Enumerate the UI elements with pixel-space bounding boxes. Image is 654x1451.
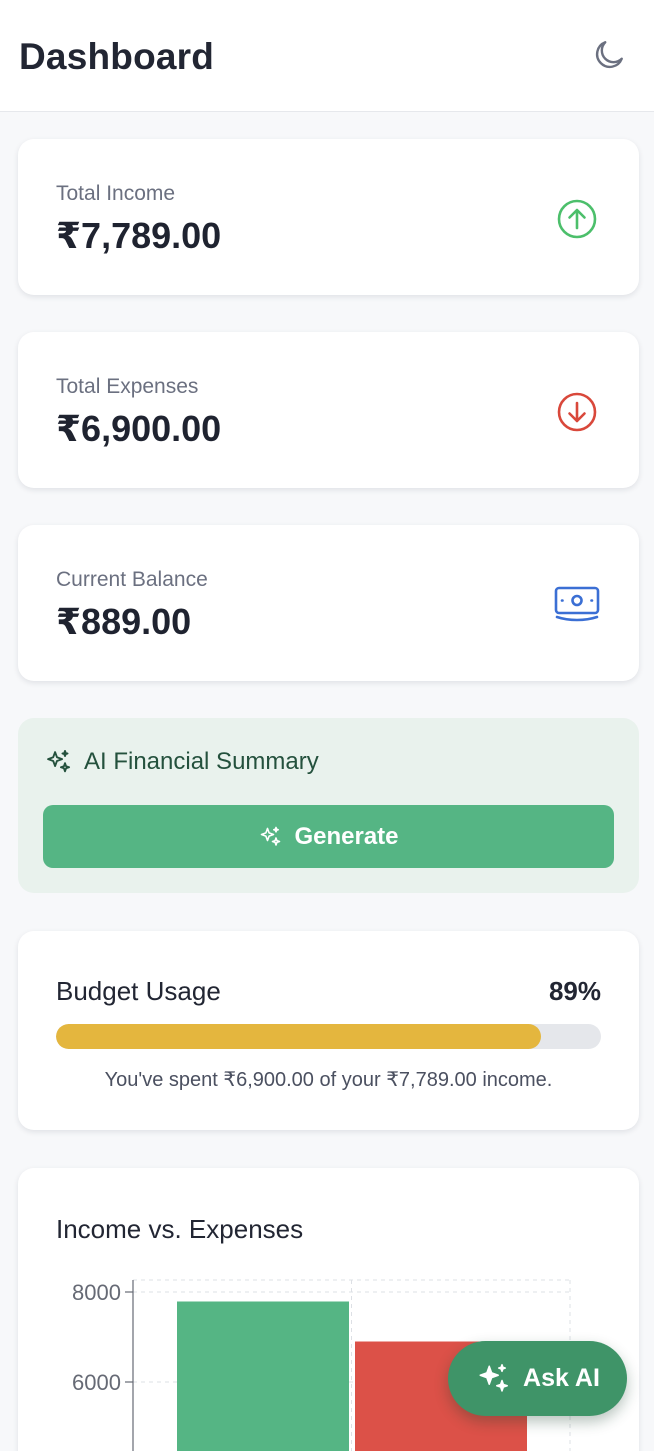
moon-icon — [595, 41, 623, 69]
current-balance-value: ₹889.00 — [56, 601, 192, 642]
bar-income — [177, 1301, 349, 1451]
sparkles-icon — [47, 749, 71, 773]
total-expenses-label: Total Expenses — [56, 375, 199, 398]
app-header: Dashboard — [0, 0, 654, 112]
budget-usage-percent: 89% — [548, 976, 601, 1006]
arrow-down-circle-icon — [554, 389, 600, 435]
ask-ai-button[interactable]: Ask AI — [448, 1341, 627, 1416]
generate-button-label: Generate — [294, 822, 399, 850]
current-balance-card: Current Balance ₹889.00 — [18, 525, 639, 681]
sparkles-icon — [261, 826, 281, 846]
budget-usage-note: You've spent ₹6,900.00 of your ₹7,789.00… — [104, 1069, 553, 1091]
budget-progress-bar — [56, 1024, 601, 1049]
y-tick-label: 8000 — [72, 1280, 121, 1305]
banknote-icon — [554, 582, 600, 628]
total-expenses-value: ₹6,900.00 — [56, 408, 222, 449]
sparkles-icon — [479, 1363, 509, 1392]
y-tick-label: 6000 — [72, 1370, 121, 1395]
theme-toggle-button[interactable] — [588, 34, 630, 76]
ai-summary-card: AI Financial Summary Generate — [18, 718, 639, 893]
total-income-label: Total Income — [56, 182, 176, 205]
budget-usage-title: Budget Usage — [56, 976, 221, 1006]
total-expenses-card: Total Expenses ₹6,900.00 — [18, 332, 639, 488]
total-income-card: Total Income ₹7,789.00 — [18, 139, 639, 295]
page-title: Dashboard — [19, 36, 215, 77]
arrow-up-circle-icon — [554, 196, 600, 242]
ai-summary-title: AI Financial Summary — [84, 748, 319, 775]
budget-usage-card: Budget Usage 89% You've spent ₹6,900.00 … — [18, 931, 639, 1130]
budget-progress-fill — [56, 1024, 542, 1049]
ask-ai-label: Ask AI — [523, 1364, 600, 1392]
generate-button[interactable]: Generate — [43, 805, 614, 868]
total-income-value: ₹7,789.00 — [56, 215, 222, 256]
current-balance-label: Current Balance — [56, 568, 208, 591]
ai-summary-header: AI Financial Summary — [44, 748, 319, 776]
